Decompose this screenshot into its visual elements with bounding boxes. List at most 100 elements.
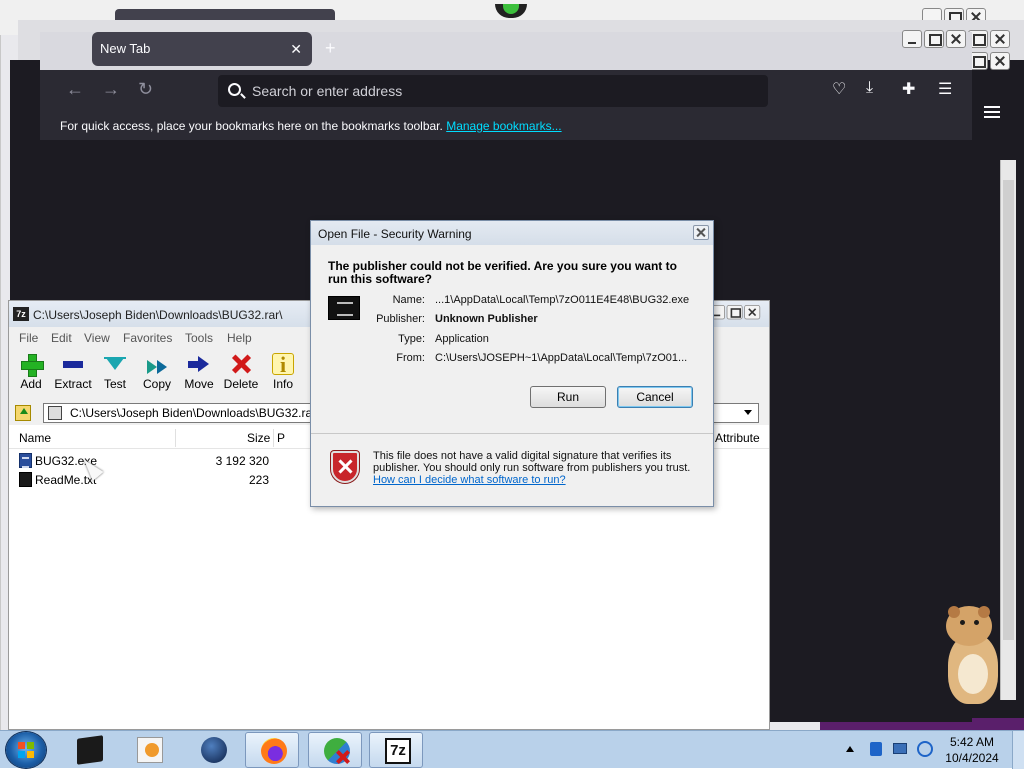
info-label: Info <box>272 377 293 391</box>
extensions-icon[interactable]: ✚ <box>902 79 915 99</box>
minimize-icon[interactable] <box>902 30 922 48</box>
field-value: ...1\AppData\Local\Temp\7zO011E4E48\BUG3… <box>435 294 690 306</box>
background-window-controls <box>968 52 1010 70</box>
system-tray: 5:42 AM 10/4/2024 <box>840 731 1024 769</box>
url-bar[interactable]: Search or enter address <box>218 75 768 107</box>
delete-icon <box>230 353 252 375</box>
menu-edit[interactable]: Edit <box>51 331 72 345</box>
pocket-icon[interactable]: ♡ <box>832 79 846 99</box>
hamburger-menu-icon[interactable]: ☰ <box>938 79 952 99</box>
clock[interactable]: 5:42 AM 10/4/2024 <box>944 734 1000 766</box>
test-button[interactable]: Test <box>93 351 137 391</box>
menu-file[interactable]: File <box>19 331 38 345</box>
info-button[interactable]: i Info <box>261 351 305 391</box>
background-window-controls <box>968 30 1010 48</box>
extract-icon <box>62 353 84 375</box>
forward-arrow-icon[interactable]: → <box>102 79 120 100</box>
volume-icon[interactable] <box>917 741 933 757</box>
hamster-head <box>946 606 992 646</box>
folder-up-icon[interactable] <box>15 405 31 421</box>
url-placeholder: Search or enter address <box>252 83 403 99</box>
add-icon <box>20 353 44 377</box>
divider <box>311 433 713 434</box>
menu-tools[interactable]: Tools <box>185 331 213 345</box>
hamster-eye <box>960 620 965 625</box>
column-attributes[interactable]: Attribute <box>715 431 760 445</box>
firefox-window-controls <box>902 30 966 48</box>
manage-bookmarks-link[interactable]: Manage bookmarks... <box>446 119 561 133</box>
network-icon[interactable] <box>893 743 907 754</box>
copy-label: Copy <box>142 377 171 391</box>
test-icon <box>104 353 126 375</box>
downloads-icon[interactable]: ⤓ <box>866 79 873 97</box>
7zip-window-controls <box>709 305 761 320</box>
add-button[interactable]: Add <box>9 351 53 391</box>
scrollbar-thumb[interactable] <box>1003 180 1014 640</box>
field-label: Publisher: <box>376 313 425 325</box>
hamster-belly <box>958 654 988 694</box>
hamster-mascot[interactable] <box>940 606 1006 706</box>
bookmarks-message: For quick access, place your bookmarks h… <box>60 119 443 133</box>
firefox-icon <box>261 738 287 764</box>
menu-help[interactable]: Help <box>227 331 252 345</box>
taskbar-globe[interactable] <box>186 732 240 768</box>
tab-new-tab[interactable]: New Tab ✕ <box>92 32 312 66</box>
close-icon[interactable] <box>693 225 709 240</box>
start-button[interactable] <box>6 732 46 768</box>
reload-icon[interactable]: ↻ <box>138 79 153 100</box>
show-desktop-button[interactable] <box>1012 731 1024 769</box>
maximize-icon[interactable] <box>726 305 743 320</box>
hamburger-menu-icon[interactable] <box>984 106 1000 118</box>
taskbar-terminal[interactable] <box>62 732 116 768</box>
column-size[interactable]: Size <box>247 431 270 445</box>
new-tab-button[interactable]: + <box>325 38 336 59</box>
column-divider[interactable] <box>175 429 176 447</box>
field-value: Application <box>435 333 489 345</box>
executable-file-icon <box>19 453 32 468</box>
extract-button[interactable]: Extract <box>51 351 95 391</box>
show-hidden-icons-icon[interactable] <box>846 746 854 752</box>
run-button[interactable]: Run <box>530 386 606 408</box>
tab-close-icon[interactable]: ✕ <box>290 32 302 66</box>
dialog-title-bar[interactable]: Open File - Security Warning <box>311 221 713 245</box>
tab-title: New Tab <box>100 41 151 56</box>
help-link[interactable]: How can I decide what software to run? <box>373 474 703 486</box>
menu-view[interactable]: View <box>84 331 110 345</box>
column-packed[interactable]: P <box>277 431 285 445</box>
file-row[interactable]: ReadMe.txt 223 <box>9 470 309 489</box>
taskbar-network[interactable] <box>308 732 362 768</box>
file-row[interactable]: BUG32.exe 3 192 320 <box>9 451 309 470</box>
tray-app-icon[interactable] <box>870 742 882 756</box>
back-arrow-icon[interactable]: ← <box>66 79 84 100</box>
globe-icon <box>201 737 227 763</box>
hamster-eye <box>974 620 979 625</box>
archive-icon <box>48 406 62 420</box>
column-divider[interactable] <box>273 429 274 447</box>
terminal-icon <box>77 735 103 765</box>
move-icon <box>188 353 210 375</box>
close-icon[interactable] <box>990 52 1010 70</box>
delete-button[interactable]: Delete <box>219 351 263 391</box>
file-size: 3 192 320 <box>215 454 269 468</box>
7zip-app-icon: 7z <box>13 307 29 321</box>
cancel-button[interactable]: Cancel <box>617 386 693 408</box>
dialog-title: Open File - Security Warning <box>318 227 472 241</box>
security-warning-dialog: Open File - Security Warning The publish… <box>310 220 714 507</box>
close-icon[interactable] <box>946 30 966 48</box>
shield-error-icon <box>331 451 359 483</box>
copy-button[interactable]: Copy <box>135 351 179 391</box>
taskbar-firefox[interactable] <box>245 732 299 768</box>
column-name[interactable]: Name <box>19 431 51 445</box>
taskbar-media-player[interactable] <box>122 732 176 768</box>
close-icon[interactable] <box>990 30 1010 48</box>
field-value: C:\Users\JOSEPH~1\AppData\Local\Temp\7zO… <box>435 352 688 364</box>
close-icon[interactable] <box>744 305 761 320</box>
taskbar-7zip[interactable]: 7z <box>369 732 423 768</box>
maximize-icon[interactable] <box>924 30 944 48</box>
move-button[interactable]: Move <box>177 351 221 391</box>
field-label: Name: <box>392 294 425 306</box>
copy-icon <box>146 353 168 375</box>
chevron-down-icon[interactable] <box>744 410 752 415</box>
menu-favorites[interactable]: Favorites <box>123 331 172 345</box>
move-label: Move <box>184 377 214 391</box>
